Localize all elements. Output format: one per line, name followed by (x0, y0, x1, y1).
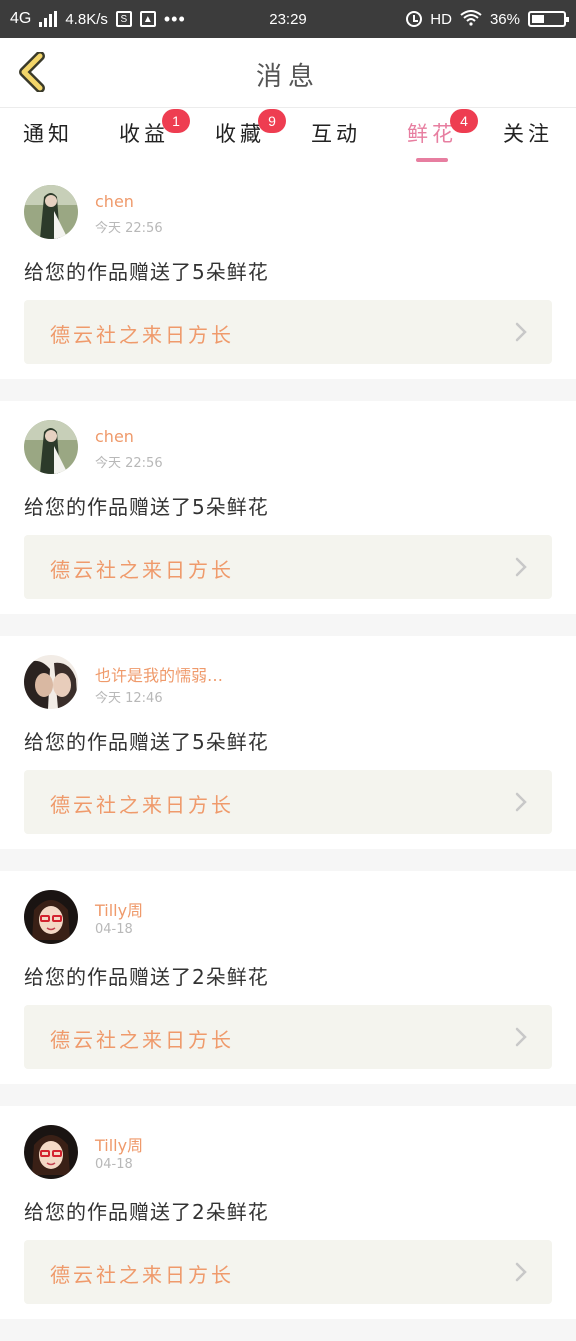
gallery-icon: ▲ (139, 11, 156, 27)
list-item: 也许是我的懦弱… 今天 12:46 给您的作品赠送了5朵鲜花 德云社之来日方长 (0, 636, 576, 849)
wifi-icon (460, 9, 482, 29)
message-text: 给您的作品赠送了5朵鲜花 (24, 730, 269, 754)
flowers-badge: 4 (450, 109, 478, 133)
header: 消息 (0, 38, 576, 108)
chevron-right-icon (515, 1027, 527, 1047)
network-speed: 4.8K/s (65, 10, 108, 28)
tab-label: 互动 (311, 122, 361, 146)
username[interactable]: chen (95, 427, 134, 446)
work-link[interactable]: 德云社之来日方长 (24, 300, 552, 364)
tab-interactions[interactable]: 互动 (288, 118, 384, 162)
chevron-right-icon (515, 322, 527, 342)
avatar[interactable] (24, 655, 78, 709)
avatar[interactable] (24, 890, 78, 944)
timestamp: 04-18 (95, 922, 133, 937)
status-left: 4G 4.8K/s S ▲ ••• (10, 10, 186, 28)
favorites-badge: 9 (258, 109, 286, 133)
network-type: 4G (10, 10, 32, 27)
message-text: 给您的作品赠送了2朵鲜花 (24, 965, 269, 989)
avatar[interactable] (24, 1125, 78, 1179)
status-bar: 4G 4.8K/s S ▲ ••• 23:29 HD 36% (0, 0, 576, 38)
message-text: 给您的作品赠送了5朵鲜花 (24, 260, 269, 284)
active-tab-indicator (416, 158, 448, 162)
tab-label: 鲜花 (407, 122, 457, 146)
list-item: Tilly周 04-18 给您的作品赠送了2朵鲜花 德云社之来日方长 (0, 871, 576, 1084)
more-dots-icon: ••• (163, 9, 186, 29)
work-link[interactable]: 德云社之来日方长 (24, 535, 552, 599)
username[interactable]: Tilly周 (95, 1132, 143, 1156)
message-text: 给您的作品赠送了2朵鲜花 (24, 1200, 269, 1224)
sim-icon-label: S (120, 13, 128, 25)
work-title: 德云社之来日方长 (50, 558, 234, 582)
work-link[interactable]: 德云社之来日方长 (24, 1005, 552, 1069)
tab-notifications[interactable]: 通知 (0, 118, 96, 162)
timestamp: 今天 12:46 (95, 691, 163, 706)
username[interactable]: 也许是我的懦弱… (95, 662, 223, 686)
work-link[interactable]: 德云社之来日方长 (24, 1240, 552, 1304)
flower-feed: chen 今天 22:56 给您的作品赠送了5朵鲜花 德云社之来日方长 chen… (0, 166, 576, 1341)
work-title: 德云社之来日方长 (50, 1263, 234, 1287)
work-title: 德云社之来日方长 (50, 793, 234, 817)
signal-icon (39, 11, 58, 27)
username[interactable]: Tilly周 (95, 897, 143, 921)
sim-icon: S (115, 11, 132, 27)
tab-label: 通知 (23, 122, 73, 146)
list-item: chen 今天 22:56 给您的作品赠送了5朵鲜花 德云社之来日方长 (0, 166, 576, 379)
chevron-right-icon (515, 792, 527, 812)
work-link[interactable]: 德云社之来日方长 (24, 770, 552, 834)
alarm-icon (406, 11, 423, 27)
list-item: chen 今天 22:56 给您的作品赠送了5朵鲜花 德云社之来日方长 (0, 401, 576, 614)
chevron-right-icon (515, 557, 527, 577)
list-item: Tilly周 04-18 给您的作品赠送了2朵鲜花 德云社之来日方长 (0, 1106, 576, 1319)
username[interactable]: chen (95, 192, 134, 211)
tab-label: 收藏 (215, 122, 265, 146)
page-title: 消息 (255, 62, 320, 92)
work-title: 德云社之来日方长 (50, 1028, 234, 1052)
tab-label: 关注 (503, 122, 553, 146)
timestamp: 今天 22:56 (95, 221, 163, 236)
tab-earnings[interactable]: 收益 1 (96, 109, 192, 162)
timestamp: 今天 22:56 (95, 456, 163, 471)
tab-bar: 通知 收益 1 收藏 9 互动 鲜花 4 关注 (0, 108, 576, 166)
status-right: HD 36% (406, 9, 569, 29)
tab-flowers[interactable]: 鲜花 4 (384, 109, 480, 162)
work-title: 德云社之来日方长 (50, 323, 234, 347)
message-text: 给您的作品赠送了5朵鲜花 (24, 495, 269, 519)
avatar[interactable] (24, 420, 78, 474)
tab-following[interactable]: 关注 (480, 118, 576, 162)
earnings-badge: 1 (162, 109, 190, 133)
tab-favorites[interactable]: 收藏 9 (192, 109, 288, 162)
timestamp: 04-18 (95, 1157, 133, 1172)
clock: 23:29 (269, 10, 307, 28)
avatar[interactable] (24, 185, 78, 239)
battery-percent: 36% (489, 10, 520, 28)
hd-indicator: HD (430, 10, 452, 28)
tab-label: 收益 (119, 122, 169, 146)
battery-icon (528, 11, 569, 27)
